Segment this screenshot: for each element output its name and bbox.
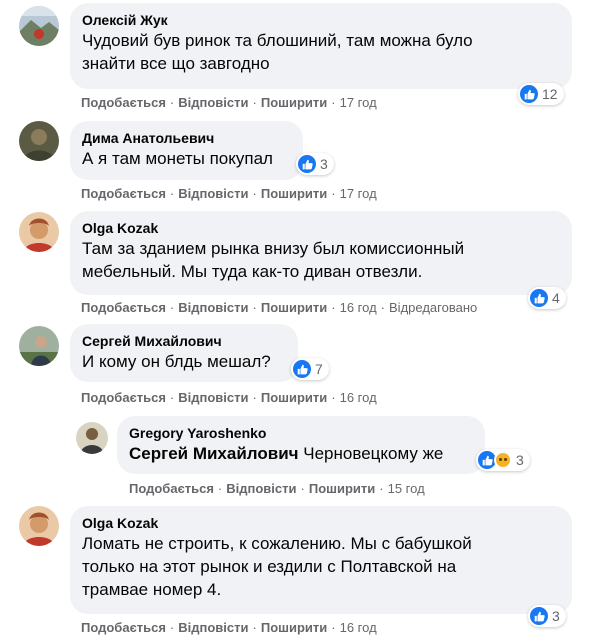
like-button[interactable]: Подобається <box>81 620 166 635</box>
comment-author[interactable]: Сергей Михайлович <box>82 332 286 350</box>
reply-button[interactable]: Відповісти <box>178 300 248 315</box>
comment-text-line: Там за зданием рынка внизу был комиссион… <box>82 239 465 258</box>
share-button[interactable]: Поширити <box>261 95 327 110</box>
reaction-count[interactable]: 3 <box>476 449 530 471</box>
timestamp[interactable]: 17 год <box>340 95 377 110</box>
comment-actions: Подобається · Відповісти · Поширити · 16 год <box>81 620 377 635</box>
like-icon <box>520 85 538 103</box>
share-button[interactable]: Поширити <box>261 300 327 315</box>
comment-author[interactable]: Olga Kozak <box>82 514 560 532</box>
avatar[interactable] <box>19 212 59 252</box>
mention-link[interactable]: Сергей Михайлович <box>129 444 299 463</box>
like-button[interactable]: Подобається <box>129 481 214 496</box>
comment-text-line: трамвае номер 4. <box>82 580 222 599</box>
share-button[interactable]: Поширити <box>261 186 327 201</box>
reaction-number: 12 <box>542 86 558 102</box>
comment-text-line: Ломать не строить, к сожалению. Мы с баб… <box>82 534 472 553</box>
reply-button[interactable]: Відповісти <box>226 481 296 496</box>
reaction-number: 3 <box>320 156 328 172</box>
comment-text-line: только на этот рынок и ездили с Полтавск… <box>82 557 457 576</box>
reaction-number: 4 <box>552 290 560 306</box>
comment-text-line: мебельный. Мы туда как-то диван отвезли. <box>82 262 423 281</box>
like-icon <box>298 155 316 173</box>
comment-author[interactable]: Дима Анатольевич <box>82 129 291 147</box>
like-button[interactable]: Подобається <box>81 95 166 110</box>
like-icon <box>530 607 548 625</box>
comment-bubble: Olga Kozak Ломать не строить, к сожалени… <box>70 506 572 614</box>
comment-bubble: Gregory Yaroshenko Сергей Михайлович Чер… <box>117 416 485 474</box>
reply-button[interactable]: Відповісти <box>178 95 248 110</box>
comment-actions: Подобається · Відповісти · Поширити · 17 год <box>81 95 377 110</box>
timestamp[interactable]: 16 год <box>340 300 377 315</box>
comment-author[interactable]: Gregory Yaroshenko <box>129 424 473 442</box>
comment-actions: Подобається · Відповісти · Поширити · 16 год <box>81 390 377 405</box>
reaction-number: 3 <box>516 452 524 468</box>
edited-label[interactable]: Відредаговано <box>389 300 477 315</box>
reaction-count[interactable]: 3 <box>528 605 566 627</box>
like-button[interactable]: Подобається <box>81 300 166 315</box>
comment-actions: Подобається · Відповісти · Поширити · 16 год · В… <box>81 300 478 315</box>
comment-bubble: Olga Kozak Там за зданием рынка внизу бы… <box>70 211 572 295</box>
timestamp[interactable]: 17 год <box>340 186 377 201</box>
timestamp[interactable]: 16 год <box>340 390 377 405</box>
timestamp[interactable]: 15 год <box>388 481 425 496</box>
avatar[interactable] <box>19 6 59 46</box>
comment-bubble: Сергей Михайлович И кому он блдь мешал? <box>70 324 298 382</box>
like-button[interactable]: Подобається <box>81 390 166 405</box>
comment-bubble: Олексій Жук Чудовий був ринок та блошини… <box>70 3 572 89</box>
comment-author[interactable]: Олексій Жук <box>82 11 560 29</box>
like-icon <box>530 289 548 307</box>
reply-button[interactable]: Відповісти <box>178 620 248 635</box>
reply-button[interactable]: Відповісти <box>178 186 248 201</box>
comment-actions: Подобається · Відповісти · Поширити · 17 год <box>81 186 377 201</box>
reaction-count[interactable]: 4 <box>528 287 566 309</box>
comment-text-line: знайти все що завгодно <box>82 54 270 73</box>
reaction-number: 3 <box>552 608 560 624</box>
like-icon <box>293 360 311 378</box>
comment-actions: Подобається · Відповісти · Поширити · 15 год <box>129 481 425 496</box>
avatar[interactable] <box>19 326 59 366</box>
share-button[interactable]: Поширити <box>261 620 327 635</box>
like-button[interactable]: Подобається <box>81 186 166 201</box>
comment-text-line: Чудовий був ринок та блошиний, там можна… <box>82 31 473 50</box>
comment-bubble: Дима Анатольевич А я там монеты покупал <box>70 121 303 180</box>
share-button[interactable]: Поширити <box>309 481 375 496</box>
comment-author[interactable]: Olga Kozak <box>82 219 560 237</box>
share-button[interactable]: Поширити <box>261 390 327 405</box>
comment-text-line: И кому он блдь мешал? <box>82 352 271 371</box>
reaction-number: 7 <box>315 361 323 377</box>
avatar[interactable] <box>19 121 59 161</box>
timestamp[interactable]: 16 год <box>340 620 377 635</box>
reply-button[interactable]: Відповісти <box>178 390 248 405</box>
comment-text-line: А я там монеты покупал <box>82 149 273 168</box>
reaction-count[interactable]: 12 <box>518 83 564 105</box>
avatar[interactable] <box>19 506 59 546</box>
avatar[interactable] <box>76 422 108 454</box>
sad-icon <box>494 451 512 469</box>
reaction-count[interactable]: 3 <box>296 153 334 175</box>
comment-text-line: Сергей Михайлович Черновецкому же <box>129 444 444 463</box>
reaction-count[interactable]: 7 <box>291 358 329 380</box>
